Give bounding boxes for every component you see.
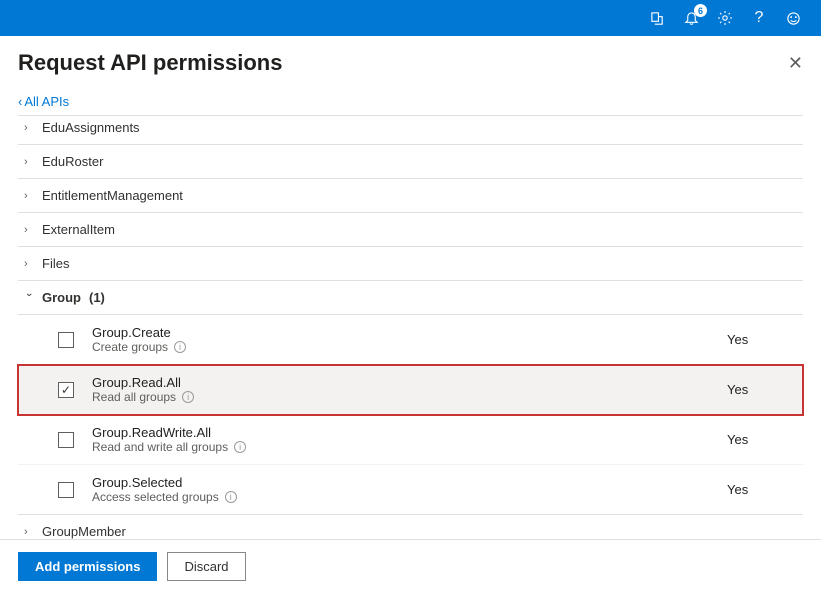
permission-description: Read all groupsi — [92, 390, 727, 404]
admin-consent-value: Yes — [727, 482, 797, 497]
category-label: EntitlementManagement — [42, 188, 183, 203]
category-label: ExternalItem — [42, 222, 115, 237]
chevron-right-icon: › — [24, 190, 34, 202]
chevron-right-icon: › — [24, 156, 34, 168]
permission-row: Group.ReadWrite.AllRead and write all gr… — [18, 415, 803, 465]
chevron-right-icon: › — [24, 526, 34, 538]
chevron-right-icon: › — [24, 122, 34, 134]
info-icon[interactable]: i — [234, 441, 246, 453]
category-row[interactable]: › ExternalItem — [18, 213, 803, 247]
feedback-icon[interactable] — [785, 10, 801, 26]
category-label: Group — [42, 290, 81, 305]
back-link-label: All APIs — [24, 94, 69, 109]
page-title: Request API permissions — [18, 50, 282, 76]
back-all-apis-link[interactable]: ‹ All APIs — [0, 80, 69, 113]
admin-consent-value: Yes — [727, 332, 797, 347]
permission-description: Read and write all groupsi — [92, 440, 727, 454]
directory-icon[interactable] — [649, 10, 665, 26]
admin-consent-value: Yes — [727, 432, 797, 447]
admin-consent-value: Yes — [727, 382, 797, 397]
category-row[interactable]: › Files — [18, 247, 803, 281]
permission-description: Create groupsi — [92, 340, 727, 354]
chevron-down-icon: › — [23, 293, 35, 303]
permission-table: Group.CreateCreate groupsiYes✓Group.Read… — [18, 315, 803, 515]
notifications-icon[interactable]: 6 — [683, 10, 699, 26]
settings-icon[interactable] — [717, 10, 733, 26]
help-icon[interactable]: ? — [751, 10, 767, 26]
permission-checkbox[interactable] — [58, 432, 74, 448]
chevron-right-icon: › — [24, 258, 34, 270]
category-row[interactable]: › EduAssignments — [18, 116, 803, 145]
permission-text: Group.CreateCreate groupsi — [92, 325, 727, 354]
permission-name: Group.Read.All — [92, 375, 727, 390]
discard-button[interactable]: Discard — [167, 552, 245, 581]
category-label: Files — [42, 256, 69, 271]
category-label: EduAssignments — [42, 120, 140, 135]
info-icon[interactable]: i — [174, 341, 186, 353]
close-icon[interactable]: ✕ — [788, 53, 803, 74]
permission-checkbox[interactable] — [58, 332, 74, 348]
permission-category-list: › EduAssignments › EduRoster › EntitlementM… — [18, 115, 803, 549]
info-icon[interactable]: i — [225, 491, 237, 503]
permission-name: Group.Create — [92, 325, 727, 340]
category-count: (1) — [89, 290, 105, 305]
permission-row: ✓ Group.Read.AllRead all groupsiYes — [18, 365, 803, 415]
category-row-expanded[interactable]: › Group (1) — [18, 281, 803, 315]
top-bar: 6 ? — [0, 0, 821, 36]
notification-badge: 6 — [694, 4, 707, 17]
category-label: GroupMember — [42, 524, 126, 539]
permission-checkbox[interactable]: ✓ — [58, 382, 74, 398]
permission-name: Group.Selected — [92, 475, 727, 490]
permission-text: Group.Read.AllRead all groupsi — [92, 375, 727, 404]
permission-description: Access selected groupsi — [92, 490, 727, 504]
permission-checkbox[interactable] — [58, 482, 74, 498]
panel-footer: Add permissions Discard — [0, 539, 821, 597]
permission-row: Group.CreateCreate groupsiYes — [18, 315, 803, 365]
permission-text: Group.SelectedAccess selected groupsi — [92, 475, 727, 504]
permission-row: Group.SelectedAccess selected groupsiYes — [18, 465, 803, 514]
add-permissions-button[interactable]: Add permissions — [18, 552, 157, 581]
permission-text: Group.ReadWrite.AllRead and write all gr… — [92, 425, 727, 454]
panel-header: Request API permissions ✕ — [0, 36, 821, 80]
category-label: EduRoster — [42, 154, 103, 169]
info-icon[interactable]: i — [182, 391, 194, 403]
chevron-left-icon: ‹ — [18, 94, 22, 109]
chevron-right-icon: › — [24, 224, 34, 236]
permission-name: Group.ReadWrite.All — [92, 425, 727, 440]
category-row[interactable]: › EduRoster — [18, 145, 803, 179]
category-row[interactable]: › EntitlementManagement — [18, 179, 803, 213]
